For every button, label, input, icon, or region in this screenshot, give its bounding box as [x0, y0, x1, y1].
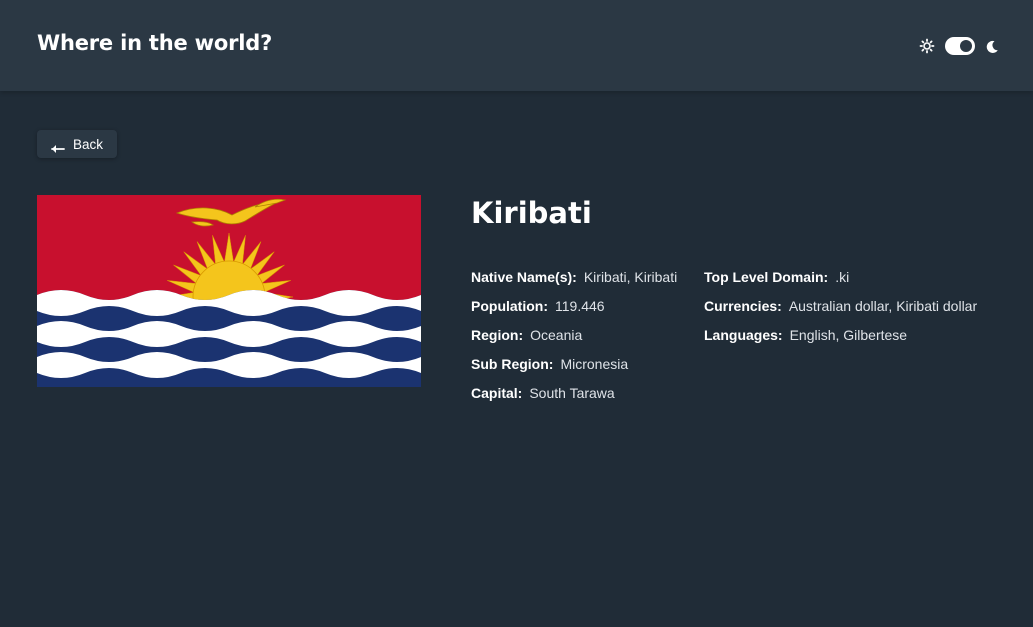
theme-toggle[interactable] — [945, 37, 975, 55]
details-right-column: Top Level Domain: .ki Currencies: Australi… — [704, 267, 977, 354]
detail-capital: Capital: South Tarawa — [471, 383, 677, 412]
back-label: Back — [73, 136, 104, 152]
detail-label: Sub Region: — [471, 356, 554, 372]
detail-label: Capital: — [471, 385, 523, 401]
detail-top-level-domain: Top Level Domain: .ki — [704, 267, 977, 296]
moon-icon[interactable] — [985, 39, 999, 53]
detail-region: Region: Oceania — [471, 325, 677, 354]
detail-value: 119.446 — [555, 298, 605, 314]
detail-value: Micronesia — [560, 356, 629, 372]
detail-value: Australian dollar, Kiribati dollar — [788, 298, 978, 314]
detail-label: Region: — [471, 327, 524, 343]
detail-population: Population: 119.446 — [471, 296, 677, 325]
detail-label: Languages: — [704, 327, 783, 343]
detail-value: South Tarawa — [529, 385, 615, 401]
app-title: Where in the world? — [37, 31, 273, 55]
back-button[interactable]: Back — [37, 130, 117, 158]
detail-value: Kiribati, Kiribati — [583, 269, 678, 285]
detail-value: Oceania — [530, 327, 583, 343]
detail-label: Top Level Domain: — [704, 269, 829, 285]
detail-label: Native Name(s): — [471, 269, 577, 285]
detail-languages: Languages: English, Gilbertese — [704, 325, 977, 354]
theme-controls — [919, 36, 999, 56]
detail-label: Population: — [471, 298, 548, 314]
app-header: Where in the world? — [0, 0, 1033, 91]
detail-native-name: Native Name(s): Kiribati, Kiribati — [471, 267, 677, 296]
arrow-left-icon — [51, 139, 65, 153]
sun-icon[interactable] — [919, 38, 935, 54]
toggle-knob — [960, 40, 972, 52]
country-flag-image — [37, 195, 421, 387]
details-left-column: Native Name(s): Kiribati, Kiribati Popula… — [471, 267, 677, 412]
detail-value: .ki — [835, 269, 850, 285]
detail-sub-region: Sub Region: Micronesia — [471, 354, 677, 383]
detail-value: English, Gilbertese — [789, 327, 908, 343]
detail-label: Currencies: — [704, 298, 782, 314]
detail-currencies: Currencies: Australian dollar, Kiribati d… — [704, 296, 977, 325]
country-name: Kiribati — [471, 196, 592, 230]
